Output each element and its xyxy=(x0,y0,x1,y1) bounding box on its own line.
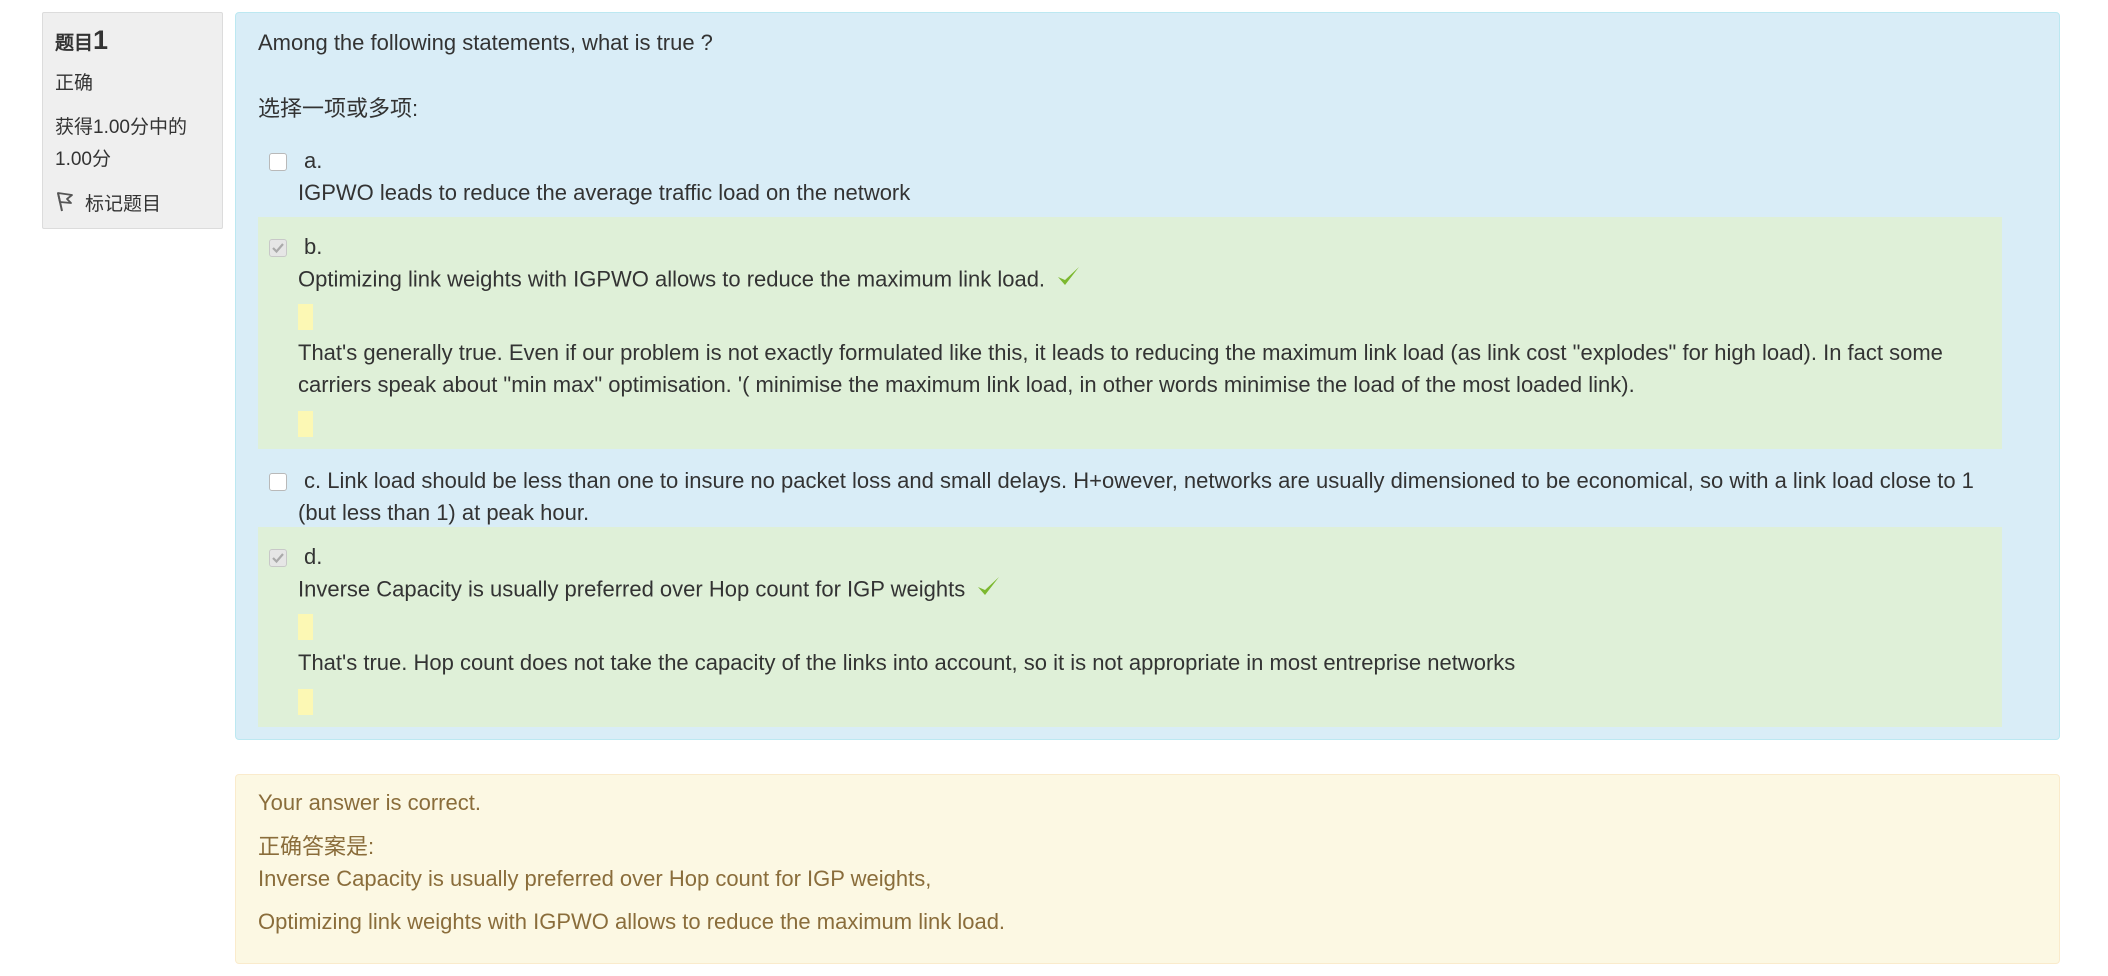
answer-text: IGPWO leads to reduce the average traffi… xyxy=(298,180,911,205)
answer-letter: a. xyxy=(304,148,323,173)
question-formulation: Among the following statements, what is … xyxy=(235,12,2060,740)
question-label: 题目 xyxy=(55,33,94,54)
question-text: Among the following statements, what is … xyxy=(258,30,713,55)
answer-checkbox-a[interactable] xyxy=(269,153,287,171)
feedback-highlight-bottom xyxy=(298,411,313,437)
answer-text-line: Optimizing link weights with IGPWO allow… xyxy=(298,263,1081,298)
answer-prompt: 选择一项或多项: xyxy=(258,96,419,121)
answer-option-b: b. Optimizing link weights with IGPWO al… xyxy=(258,217,2002,449)
feedback-highlight-top xyxy=(298,614,313,640)
answer-letter: c. xyxy=(304,468,322,493)
answer-checkbox-c[interactable] xyxy=(269,473,287,491)
right-answer-label: 正确答案是: xyxy=(258,834,375,859)
right-answer-1: Inverse Capacity is usually preferred ov… xyxy=(258,866,932,891)
check-icon xyxy=(1055,263,1081,298)
answer-letter: b. xyxy=(304,234,323,259)
quiz-review-page: 题目1 正确 获得1.00分中的1.00分 标记题目 Among the fol… xyxy=(0,0,2108,976)
answer-text: Link load should be less than one to ins… xyxy=(298,468,1974,525)
answer-text-line: Inverse Capacity is usually preferred ov… xyxy=(298,573,1001,608)
question-state: 正确 xyxy=(55,73,94,94)
right-answer-2: Optimizing link weights with IGPWO allow… xyxy=(258,909,1006,934)
flag-question-label: 标记题目 xyxy=(85,194,162,215)
answer-text-block: c. Link load should be less than one to … xyxy=(298,465,2013,529)
question-number: 1 xyxy=(93,25,109,55)
answer-feedback: That's generally true. Even if our probl… xyxy=(298,340,1943,397)
answer-text: Inverse Capacity is usually preferred ov… xyxy=(298,576,966,602)
answer-checkbox-b[interactable] xyxy=(269,239,287,257)
answer-checkbox-d[interactable] xyxy=(269,549,287,567)
answer-feedback: That's true. Hop count does not take the… xyxy=(298,650,1516,675)
flag-icon xyxy=(55,190,85,220)
answer-option-c: c. Link load should be less than one to … xyxy=(258,449,2002,525)
question-info-panel: 题目1 正确 获得1.00分中的1.00分 标记题目 xyxy=(42,12,223,229)
answer-option-d: d. Inverse Capacity is usually preferred… xyxy=(258,527,2002,727)
answer-text: Optimizing link weights with IGPWO allow… xyxy=(298,266,1046,292)
check-icon xyxy=(975,573,1001,608)
feedback-highlight-top xyxy=(298,304,313,330)
outcome-status: Your answer is correct. xyxy=(258,790,481,815)
flag-question-link[interactable]: 标记题目 xyxy=(55,190,210,220)
answer-option-a: a. IGPWO leads to reduce the average tra… xyxy=(258,131,2002,211)
answer-letter: d. xyxy=(304,544,323,569)
question-number-heading: 题目1 xyxy=(55,27,210,57)
answer-outcome-panel: Your answer is correct. 正确答案是: Inverse C… xyxy=(235,774,2060,964)
question-grade: 获得1.00分中的1.00分 xyxy=(55,117,187,170)
feedback-highlight-bottom xyxy=(298,689,313,715)
